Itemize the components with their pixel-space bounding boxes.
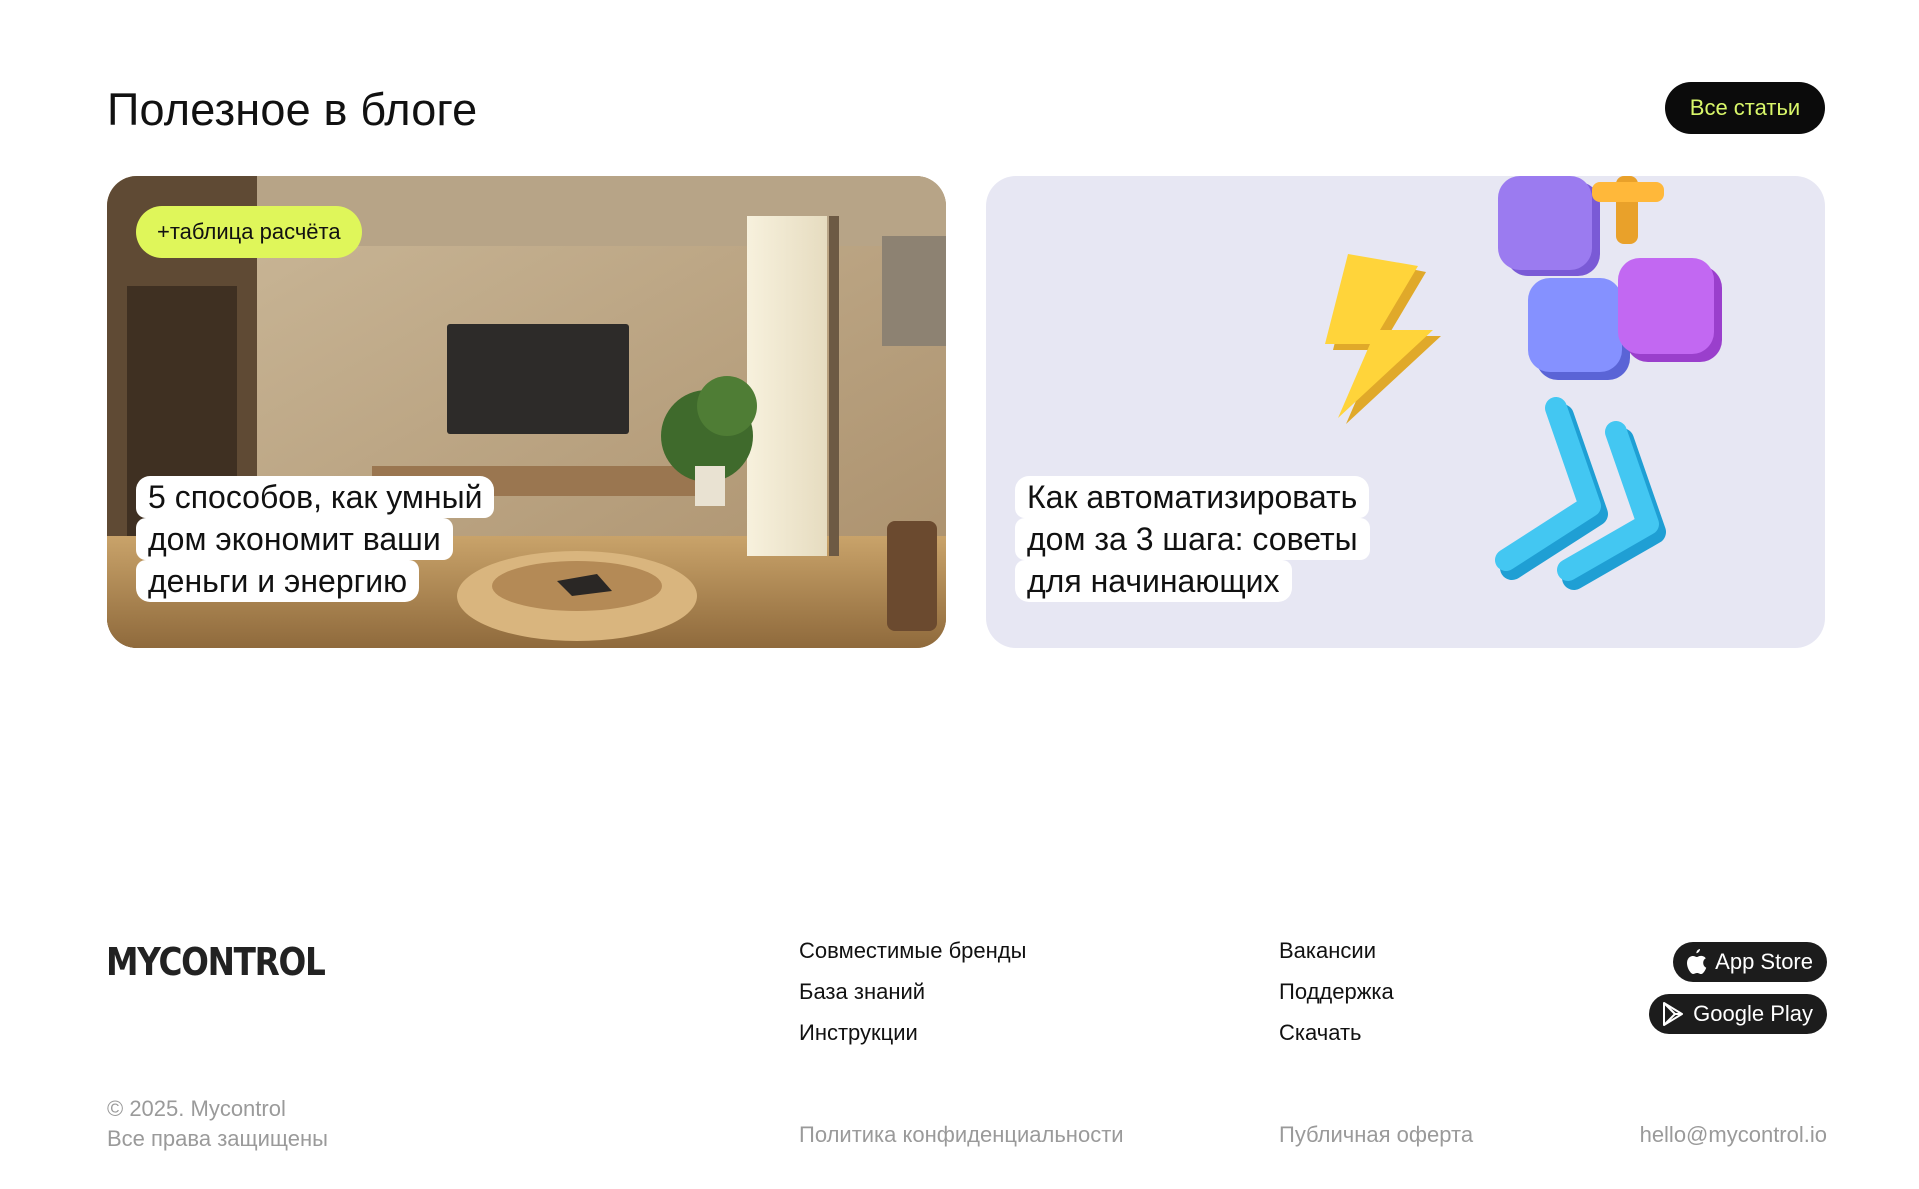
app-square-icon — [1528, 278, 1630, 380]
card-title-line: 5 способов, как умный — [136, 476, 495, 518]
footer-links-col2: Вакансии Поддержка Скачать — [1279, 930, 1394, 1053]
plus-icon — [1592, 176, 1664, 244]
footer-links-col1: Совместимые бренды База знаний Инструкци… — [799, 930, 1026, 1053]
blog-card-smart-home-savings[interactable]: +таблица расчёта 5 способов, как умный д… — [107, 176, 946, 648]
rights-text: Все права защищены — [107, 1126, 328, 1151]
lightning-icon — [1325, 254, 1441, 424]
google-play-button[interactable]: Google Play — [1649, 994, 1827, 1034]
google-play-label: Google Play — [1693, 1001, 1813, 1026]
card-title-line: Как автоматизировать — [1015, 476, 1370, 518]
apple-icon — [1687, 949, 1707, 974]
privacy-policy-link[interactable]: Политика конфиденциальности — [799, 1122, 1124, 1148]
public-offer-link[interactable]: Публичная оферта — [1279, 1122, 1473, 1148]
copyright-block: © 2025. Mycontrol Все права защищены — [107, 1094, 328, 1154]
footer-link-support[interactable]: Поддержка — [1279, 971, 1394, 1012]
email-link[interactable]: hello@mycontrol.io — [1640, 1122, 1827, 1148]
footer-link-jobs[interactable]: Вакансии — [1279, 930, 1394, 971]
section-title: Полезное в блоге — [107, 84, 478, 135]
card-title-line: для начинающих — [1015, 560, 1292, 602]
app-store-button[interactable]: App Store — [1673, 942, 1827, 982]
footer-link-brands[interactable]: Совместимые бренды — [799, 930, 1026, 971]
footer-link-knowledge-base[interactable]: База знаний — [799, 971, 1026, 1012]
card-title-line: дом за 3 шага: советы — [1015, 518, 1370, 560]
footer-link-instructions[interactable]: Инструкции — [799, 1012, 1026, 1053]
copyright-text: © 2025. Mycontrol — [107, 1096, 286, 1121]
footer-logo[interactable]: MYCONTROL — [106, 940, 326, 984]
all-articles-button[interactable]: Все статьи — [1665, 82, 1825, 134]
app-store-label: App Store — [1715, 949, 1813, 974]
card-title-line: дом экономит ваши — [136, 518, 453, 560]
google-play-icon — [1663, 1002, 1684, 1026]
card-title: Как автоматизировать дом за 3 шага: сове… — [1015, 476, 1370, 602]
double-chevron-icon — [1495, 397, 1666, 590]
card-title: 5 способов, как умный дом экономит ваши … — [136, 476, 495, 602]
app-square-icon — [1498, 176, 1600, 276]
footer-link-download[interactable]: Скачать — [1279, 1012, 1394, 1053]
blog-card-automation-guide[interactable]: Как автоматизировать дом за 3 шага: сове… — [986, 176, 1825, 648]
card-tag: +таблица расчёта — [136, 206, 362, 258]
app-square-icon — [1618, 258, 1722, 362]
card-title-line: деньги и энергию — [136, 560, 420, 602]
